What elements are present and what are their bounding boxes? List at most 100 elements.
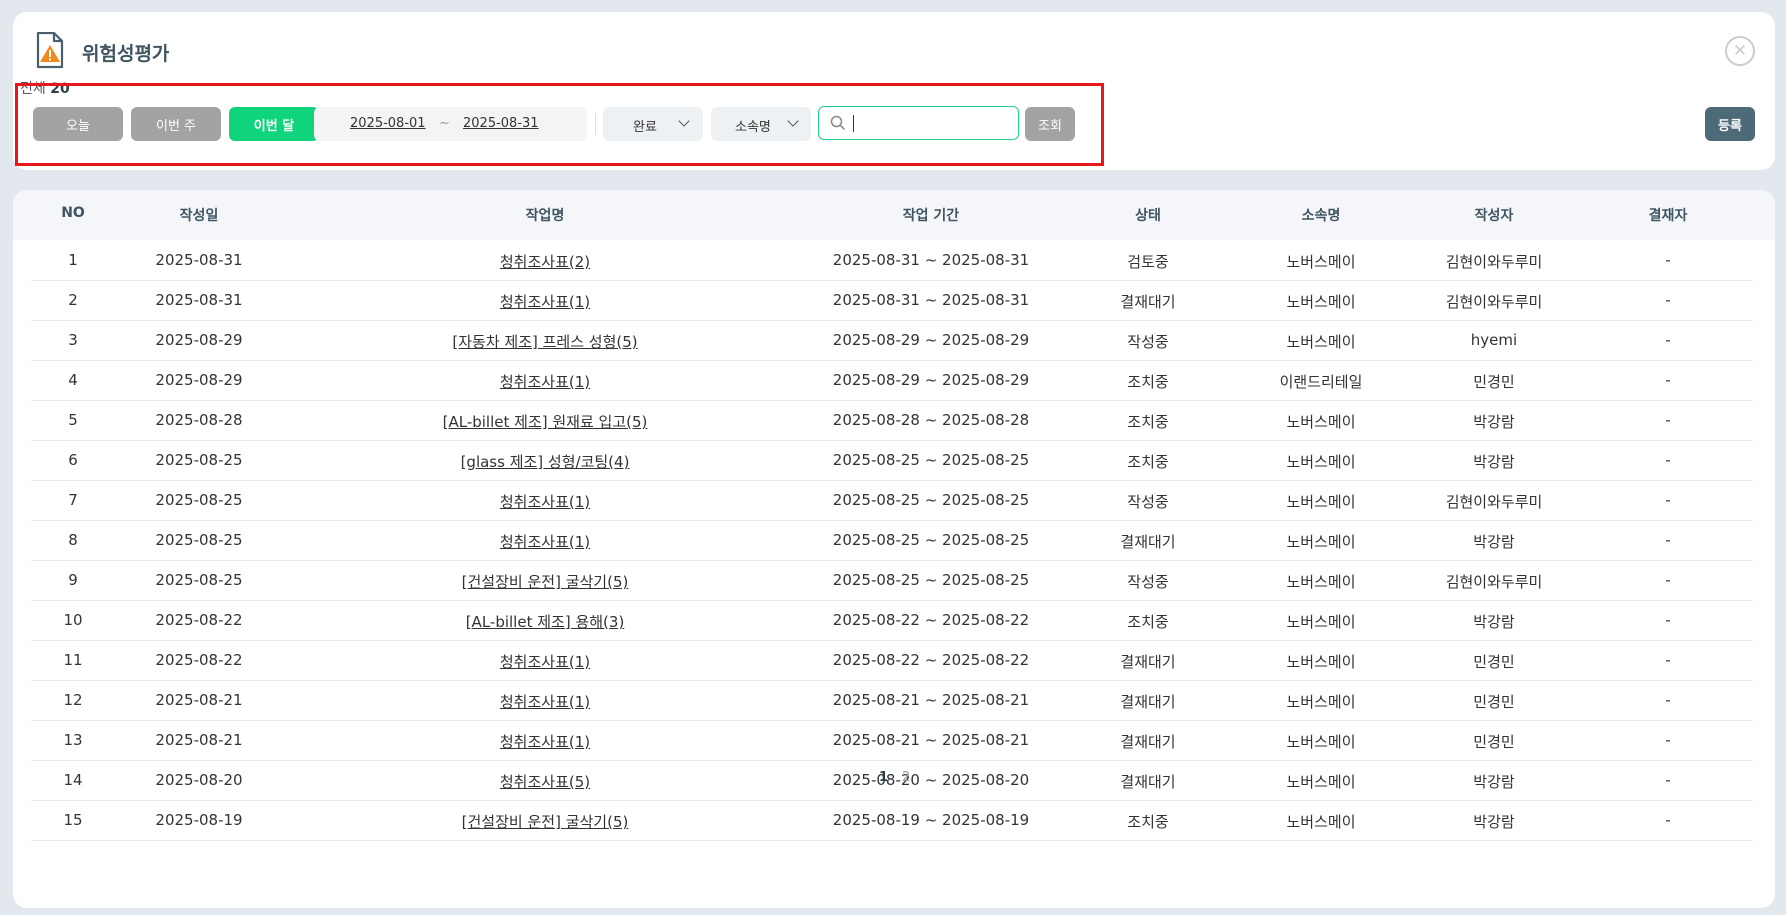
cell-author: 민경민 <box>1473 653 1515 671</box>
cell-approver: - <box>1665 371 1671 389</box>
cell-period: 2025-08-25 ~ 2025-08-25 <box>832 571 1030 589</box>
cell-org: 노버스메이 <box>1286 733 1356 751</box>
cell-task[interactable]: [건설장비 운전] 굴삭기(5) <box>462 571 629 592</box>
table-row[interactable]: 11 2025-08-22 청취조사표(1) 2025-08-22 ~ 2025-08… <box>31 640 1753 681</box>
cell-period: 2025-08-19 ~ 2025-08-19 <box>832 811 1030 829</box>
table-row[interactable]: 7 2025-08-25 청취조사표(1) 2025-08-25 ~ 2025-08-… <box>31 480 1753 521</box>
cell-period: 2025-08-21 ~ 2025-08-21 <box>832 731 1030 749</box>
table-header: NO 작성일 작업명 작업 기간 상태 소속명 작성자 결재자 <box>13 190 1775 240</box>
cell-approver: - <box>1665 691 1671 709</box>
table-row[interactable]: 10 2025-08-22 [AL-billet 제조] 용해(3) 2025-08-… <box>31 600 1753 641</box>
cell-task[interactable]: [건설장비 운전] 굴삭기(5) <box>462 811 629 832</box>
cell-no: 15 <box>63 811 83 829</box>
cell-status: 결재대기 <box>1120 533 1176 551</box>
cell-period: 2025-08-28 ~ 2025-08-28 <box>832 411 1030 429</box>
cell-status: 작성중 <box>1127 333 1169 351</box>
cell-task[interactable]: 청취조사표(2) <box>500 251 590 272</box>
cell-task[interactable]: [AL-billet 제조] 원재료 입고(5) <box>443 411 648 432</box>
table-row[interactable]: 13 2025-08-21 청취조사표(1) 2025-08-21 ~ 2025-08… <box>31 720 1753 761</box>
cell-author: 민경민 <box>1473 693 1515 711</box>
cell-date: 2025-08-31 <box>155 291 243 309</box>
cell-no: 10 <box>63 611 83 629</box>
cell-author: 박강람 <box>1473 813 1515 831</box>
cell-status: 결재대기 <box>1120 733 1176 751</box>
cell-approver: - <box>1665 731 1671 749</box>
cell-status: 조치중 <box>1127 613 1169 631</box>
cell-no: 13 <box>63 731 83 749</box>
cell-author: 박강람 <box>1473 453 1515 471</box>
cell-no: 11 <box>63 651 83 669</box>
cell-task[interactable]: 청취조사표(1) <box>500 731 590 752</box>
table-row[interactable]: 4 2025-08-29 청취조사표(1) 2025-08-29 ~ 2025-08-… <box>31 360 1753 401</box>
cell-org: 노버스메이 <box>1286 573 1356 591</box>
table-row[interactable]: 1 2025-08-31 청취조사표(2) 2025-08-31 ~ 2025-08-… <box>31 240 1753 281</box>
cell-org: 노버스메이 <box>1286 533 1356 551</box>
cell-author: 민경민 <box>1473 373 1515 391</box>
header-col-no: NO <box>61 205 85 221</box>
cell-task[interactable]: 청취조사표(1) <box>500 651 590 672</box>
cell-task[interactable]: 청취조사표(1) <box>500 371 590 392</box>
cell-org: 노버스메이 <box>1286 613 1356 631</box>
cell-task[interactable]: 청취조사표(1) <box>500 531 590 552</box>
header-col-approver: 결재자 <box>1648 208 1688 224</box>
list-panel: NO 작성일 작업명 작업 기간 상태 소속명 작성자 결재자 1 2025-08-31 청취조사… <box>13 190 1775 908</box>
cell-no: 6 <box>68 451 78 469</box>
cell-org: 노버스메이 <box>1286 693 1356 711</box>
cell-date: 2025-08-25 <box>155 491 243 509</box>
cell-task[interactable]: 청취조사표(1) <box>500 491 590 512</box>
document-warning-icon <box>36 32 64 69</box>
cell-period: 2025-08-29 ~ 2025-08-29 <box>832 331 1030 349</box>
cell-org: 노버스메이 <box>1286 773 1356 791</box>
cell-period: 2025-08-31 ~ 2025-08-31 <box>832 291 1030 309</box>
cell-org: 노버스메이 <box>1286 413 1356 431</box>
cell-no: 8 <box>68 531 78 549</box>
cell-date: 2025-08-21 <box>155 691 243 709</box>
cell-approver: - <box>1665 771 1671 789</box>
cell-date: 2025-08-19 <box>155 811 243 829</box>
cell-org: 노버스메이 <box>1286 813 1356 831</box>
cell-author: 박강람 <box>1473 773 1515 791</box>
cell-approver: - <box>1665 331 1671 349</box>
cell-author: 김현이와두루미 <box>1445 293 1543 311</box>
cell-period: 2025-08-22 ~ 2025-08-22 <box>832 651 1030 669</box>
cell-status: 조치중 <box>1127 453 1169 471</box>
header-col-org: 소속명 <box>1301 208 1341 224</box>
cell-author: 박강람 <box>1473 613 1515 631</box>
table-row[interactable]: 9 2025-08-25 [건설장비 운전] 굴삭기(5) 2025-08-25 ~ … <box>31 560 1753 601</box>
header-col-status: 상태 <box>1135 208 1161 224</box>
close-icon[interactable]: ✕ <box>1725 36 1755 66</box>
cell-status: 조치중 <box>1127 813 1169 831</box>
cell-date: 2025-08-25 <box>155 451 243 469</box>
cell-date: 2025-08-28 <box>155 411 243 429</box>
cell-task[interactable]: 청취조사표(1) <box>500 291 590 312</box>
table-row[interactable]: 2 2025-08-31 청취조사표(1) 2025-08-31 ~ 2025-08-… <box>31 280 1753 321</box>
table-row[interactable]: 12 2025-08-21 청취조사표(1) 2025-08-21 ~ 2025-08… <box>31 680 1753 721</box>
cell-status: 결재대기 <box>1120 693 1176 711</box>
cell-date: 2025-08-29 <box>155 371 243 389</box>
header-col-author: 작성자 <box>1474 208 1514 224</box>
cell-status: 조치중 <box>1127 373 1169 391</box>
cell-status: 작성중 <box>1127 573 1169 591</box>
table-row[interactable]: 3 2025-08-29 [자동차 제조] 프레스 성형(5) 2025-08-29 … <box>31 320 1753 361</box>
table-row[interactable]: 6 2025-08-25 [glass 제조] 성형/코팅(4) 2025-08-25… <box>31 440 1753 481</box>
cell-date: 2025-08-31 <box>155 251 243 269</box>
page-1-link[interactable]: 1 <box>879 770 888 785</box>
cell-task[interactable]: [AL-billet 제조] 용해(3) <box>466 611 625 632</box>
cell-task[interactable]: [glass 제조] 성형/코팅(4) <box>461 451 630 472</box>
table-row[interactable]: 15 2025-08-19 [건설장비 운전] 굴삭기(5) 2025-08-19 ~… <box>31 800 1753 841</box>
cell-task[interactable]: 청취조사표(1) <box>500 691 590 712</box>
page-2-link[interactable]: 2 <box>902 770 910 785</box>
cell-period: 2025-08-22 ~ 2025-08-22 <box>832 611 1030 629</box>
register-button[interactable]: 등록 <box>1705 107 1755 141</box>
cell-task[interactable]: 청취조사표(5) <box>500 771 590 792</box>
cell-author: 박강람 <box>1473 533 1515 551</box>
table-row[interactable]: 5 2025-08-28 [AL-billet 제조] 원재료 입고(5) 2025-… <box>31 400 1753 441</box>
header-col-period: 작업 기간 <box>902 208 960 224</box>
cell-org: 노버스메이 <box>1286 333 1356 351</box>
cell-period: 2025-08-29 ~ 2025-08-29 <box>832 371 1030 389</box>
table-row[interactable]: 14 2025-08-20 청취조사표(5) 2025-08-20 ~ 2025-08… <box>31 760 1753 801</box>
cell-date: 2025-08-21 <box>155 731 243 749</box>
cell-task[interactable]: [자동차 제조] 프레스 성형(5) <box>452 331 637 352</box>
table-row[interactable]: 8 2025-08-25 청취조사표(1) 2025-08-25 ~ 2025-08-… <box>31 520 1753 561</box>
header-col-task: 작업명 <box>525 208 565 224</box>
